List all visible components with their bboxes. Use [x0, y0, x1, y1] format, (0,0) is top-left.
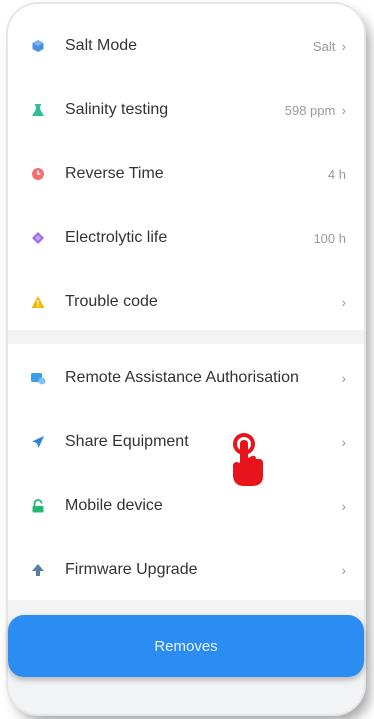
device-item-value-wrap: › — [341, 434, 346, 450]
device-item-value-wrap: › — [341, 370, 346, 386]
settings-item-value-wrap: › — [341, 294, 346, 310]
phone-screen: Salt Mode Salt › Salinity testing 598 pp… — [8, 4, 364, 714]
chevron-right-icon: › — [341, 102, 346, 118]
tap-pointer-icon — [226, 432, 268, 490]
diamond-icon — [30, 230, 46, 246]
chevron-right-icon: › — [341, 434, 346, 450]
flask-icon — [30, 102, 46, 118]
unlock-icon — [30, 498, 46, 514]
settings-item-label: Salinity testing — [65, 101, 169, 118]
settings-item-label: Electrolytic life — [65, 229, 168, 246]
settings-item-salt-mode[interactable]: Salt Mode Salt › — [8, 14, 364, 78]
chevron-right-icon: › — [341, 498, 346, 514]
warning-icon — [30, 294, 46, 310]
settings-item-label: Trouble code — [65, 293, 158, 310]
chevron-right-icon: › — [341, 294, 346, 310]
clock-icon — [30, 166, 46, 182]
removes-button[interactable]: Removes — [8, 615, 364, 677]
settings-item-reverse-time[interactable]: Reverse Time 4 h — [8, 142, 364, 206]
device-item-label: Share Equipment — [65, 433, 189, 450]
upload-arrow-icon — [30, 562, 46, 578]
settings-item-value-wrap: 4 h — [328, 167, 346, 182]
settings-item-value-wrap: Salt › — [313, 38, 346, 54]
device-item-share-equipment[interactable]: Share Equipment › — [8, 410, 364, 474]
settings-item-label: Reverse Time — [65, 165, 164, 182]
settings-item-value-wrap: 598 ppm › — [285, 102, 346, 118]
device-item-value-wrap: › — [341, 562, 346, 578]
chevron-right-icon: › — [341, 38, 346, 54]
settings-item-trouble-code[interactable]: Trouble code › — [8, 270, 364, 334]
device-card: Remote Assistance Authorisation › Share … — [8, 344, 364, 600]
settings-item-value: 4 h — [327, 166, 346, 182]
device-item-value-wrap: › — [341, 498, 346, 514]
device-item-label: Mobile device — [65, 497, 163, 514]
device-item-label: Remote Assistance Authorisation — [65, 369, 299, 386]
settings-item-value: 100 h — [313, 230, 346, 246]
chevron-right-icon: › — [341, 370, 346, 386]
device-item-mobile-device[interactable]: Mobile device › — [8, 474, 364, 538]
device-item-firmware-upgrade[interactable]: Firmware Upgrade › — [8, 538, 364, 602]
settings-item-value: 598 ppm — [284, 102, 336, 118]
remote-assist-icon — [30, 370, 46, 386]
settings-item-salinity-testing[interactable]: Salinity testing 598 ppm › — [8, 78, 364, 142]
chevron-right-icon: › — [341, 562, 346, 578]
settings-item-value: Salt — [312, 38, 336, 54]
settings-item-label: Salt Mode — [65, 37, 138, 54]
settings-item-value-wrap: 100 h — [313, 231, 346, 246]
settings-item-electrolytic-life[interactable]: Electrolytic life 100 h — [8, 206, 364, 270]
hexagon-icon — [30, 38, 46, 54]
settings-card: Salt Mode Salt › Salinity testing 598 pp… — [8, 4, 364, 330]
device-item-remote-assistance[interactable]: Remote Assistance Authorisation › — [8, 346, 364, 410]
send-icon — [30, 434, 46, 450]
device-item-label: Firmware Upgrade — [65, 561, 198, 578]
